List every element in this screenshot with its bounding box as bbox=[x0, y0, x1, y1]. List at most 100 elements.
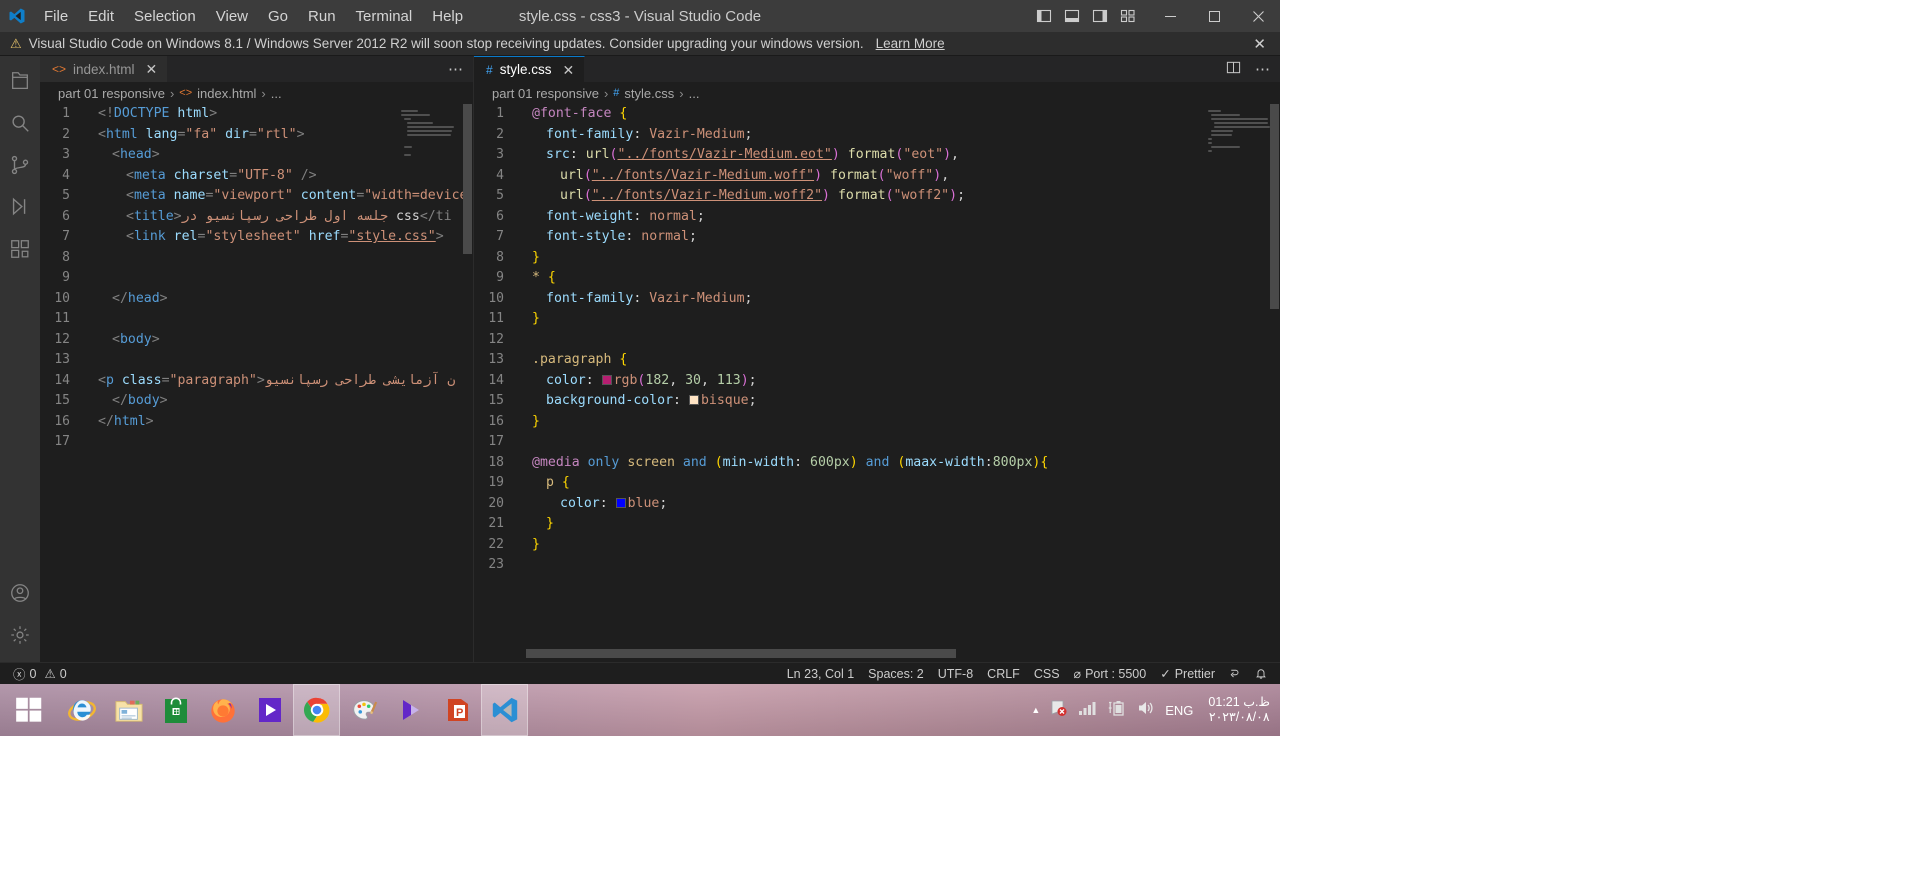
toggle-panel-icon[interactable] bbox=[1058, 1, 1086, 31]
tab-index-html[interactable]: <> index.html ✕ bbox=[40, 56, 169, 82]
more-actions-icon[interactable]: ⋯ bbox=[1253, 62, 1272, 77]
visual-studio-code-icon[interactable] bbox=[481, 684, 528, 736]
color-swatch[interactable] bbox=[615, 497, 626, 508]
close-icon[interactable]: ✕ bbox=[562, 63, 574, 77]
menu-terminal[interactable]: Terminal bbox=[346, 5, 423, 28]
breadcrumb-symbol[interactable]: ... bbox=[271, 86, 282, 101]
toggle-primary-sidebar-icon[interactable] bbox=[1030, 1, 1058, 31]
paint-icon[interactable] bbox=[340, 684, 387, 736]
show-hidden-icons-button[interactable]: ▲ bbox=[1031, 705, 1040, 715]
code-line-text: font-family: Vazir-Medium; bbox=[522, 125, 752, 146]
volume-icon[interactable] bbox=[1136, 699, 1156, 722]
signal-bars-icon[interactable] bbox=[1078, 700, 1098, 721]
extensions-icon[interactable] bbox=[0, 228, 40, 270]
minimap-line bbox=[401, 110, 418, 112]
start-button[interactable] bbox=[0, 684, 58, 736]
breadcrumb-file[interactable]: index.html bbox=[197, 86, 256, 101]
menu-help[interactable]: Help bbox=[422, 5, 473, 28]
breadcrumb-folder[interactable]: part 01 responsive bbox=[492, 86, 599, 101]
minimap-line bbox=[404, 154, 411, 156]
menu-run[interactable]: Run bbox=[298, 5, 346, 28]
source-control-icon[interactable] bbox=[0, 144, 40, 186]
color-swatch[interactable] bbox=[601, 374, 612, 385]
settings-gear-icon[interactable] bbox=[0, 614, 40, 656]
horizontal-scrollbar-right[interactable] bbox=[474, 649, 1280, 658]
token-paren: ( bbox=[583, 167, 592, 183]
encoding[interactable]: UTF-8 bbox=[931, 663, 980, 685]
css-file-icon: # bbox=[486, 62, 493, 77]
vertical-scrollbar-right[interactable] bbox=[1270, 104, 1280, 662]
warning-triangle-icon: ⚠ bbox=[44, 667, 56, 681]
explorer-icon[interactable] bbox=[0, 60, 40, 102]
scrollbar-thumb[interactable] bbox=[463, 104, 472, 254]
breadcrumb-file[interactable]: style.css bbox=[624, 86, 674, 101]
problems-status[interactable]: ⓧ 0 ⚠ 0 bbox=[6, 663, 74, 685]
file-explorer-icon[interactable] bbox=[105, 684, 152, 736]
clock[interactable]: 01:21 ظ.ب ۲۰۲۳/۰۸/۰۸ bbox=[1202, 695, 1270, 725]
color-swatch[interactable] bbox=[688, 395, 699, 405]
vertical-scrollbar-left[interactable] bbox=[463, 104, 473, 662]
language-mode[interactable]: CSS bbox=[1027, 663, 1067, 685]
minimap-left[interactable] bbox=[401, 110, 463, 156]
layout-controls[interactable] bbox=[1030, 1, 1148, 31]
movie-maker-icon[interactable] bbox=[387, 684, 434, 736]
powerpoint-icon[interactable]: P bbox=[434, 684, 481, 736]
menu-edit[interactable]: Edit bbox=[78, 5, 124, 28]
firefox-icon[interactable] bbox=[199, 684, 246, 736]
breadcrumb-symbol[interactable]: ... bbox=[689, 86, 700, 101]
maximize-button[interactable] bbox=[1192, 0, 1236, 32]
minimize-button[interactable] bbox=[1148, 0, 1192, 32]
token-attr: name bbox=[173, 188, 206, 203]
toggle-secondary-sidebar-icon[interactable] bbox=[1086, 1, 1114, 31]
token-brace: ){ bbox=[1032, 454, 1049, 470]
microsoft-store-icon[interactable] bbox=[152, 684, 199, 736]
close-button[interactable] bbox=[1236, 0, 1280, 32]
close-icon[interactable]: ✕ bbox=[1249, 35, 1270, 53]
line-number: 16 bbox=[488, 413, 504, 429]
cursor-position[interactable]: Ln 23, Col 1 bbox=[780, 663, 861, 685]
menu-go[interactable]: Go bbox=[258, 5, 298, 28]
accounts-icon[interactable] bbox=[0, 572, 40, 614]
search-icon[interactable] bbox=[0, 102, 40, 144]
media-player-icon[interactable] bbox=[246, 684, 293, 736]
google-chrome-icon[interactable] bbox=[293, 684, 340, 736]
split-editor-icon[interactable] bbox=[1224, 60, 1243, 78]
token-prop: font-weight bbox=[546, 208, 634, 224]
svg-text:P: P bbox=[456, 707, 463, 719]
network-error-icon[interactable] bbox=[1049, 699, 1069, 722]
token-attr: href bbox=[308, 229, 341, 244]
language-indicator[interactable]: ENG bbox=[1165, 703, 1193, 718]
menu-view[interactable]: View bbox=[206, 5, 258, 28]
live-server-port[interactable]: ⌀ Port : 5500 bbox=[1067, 663, 1154, 685]
tab-bar-actions-left: ⋯ bbox=[168, 56, 473, 82]
code-line-text: </body> bbox=[88, 391, 168, 412]
battery-icon[interactable] bbox=[1107, 699, 1127, 722]
learn-more-link[interactable]: Learn More bbox=[876, 36, 945, 51]
menu-selection[interactable]: Selection bbox=[124, 5, 206, 28]
token-val: bisque bbox=[700, 393, 749, 408]
scrollbar-thumb[interactable] bbox=[1270, 104, 1279, 309]
run-and-debug-icon[interactable] bbox=[0, 186, 40, 228]
code-line: 9 * { bbox=[474, 268, 1280, 289]
line-endings[interactable]: CRLF bbox=[980, 663, 1027, 685]
menu-file[interactable]: File bbox=[34, 5, 78, 28]
internet-explorer-icon[interactable] bbox=[58, 684, 105, 736]
prettier-status[interactable]: ✓ Prettier bbox=[1153, 663, 1222, 685]
code-editor-right[interactable]: 1 @font-face {2 font-family: Vazir-Medium;… bbox=[474, 104, 1280, 662]
code-line: 18 @media only screen and (min-width: 600… bbox=[474, 453, 1280, 474]
minimap-right[interactable] bbox=[1208, 110, 1271, 156]
code-editor-left[interactable]: 1 <!DOCTYPE html> 2 <html lang="fa" dir="rt… bbox=[40, 104, 473, 662]
more-actions-icon[interactable]: ⋯ bbox=[446, 62, 465, 77]
remote-icon[interactable] bbox=[1222, 663, 1248, 685]
bell-icon[interactable] bbox=[1248, 663, 1274, 685]
tab-style-css[interactable]: # style.css ✕ bbox=[474, 56, 586, 82]
indentation[interactable]: Spaces: 2 bbox=[861, 663, 931, 685]
close-icon[interactable]: ✕ bbox=[146, 62, 158, 76]
token-paren: ( bbox=[877, 167, 886, 183]
breadcrumb-folder[interactable]: part 01 responsive bbox=[58, 86, 165, 101]
code-line: 16 </html> bbox=[40, 412, 473, 433]
customize-layout-icon[interactable] bbox=[1114, 1, 1142, 31]
menu-bar[interactable]: File Edit Selection View Go Run Terminal… bbox=[34, 5, 473, 28]
